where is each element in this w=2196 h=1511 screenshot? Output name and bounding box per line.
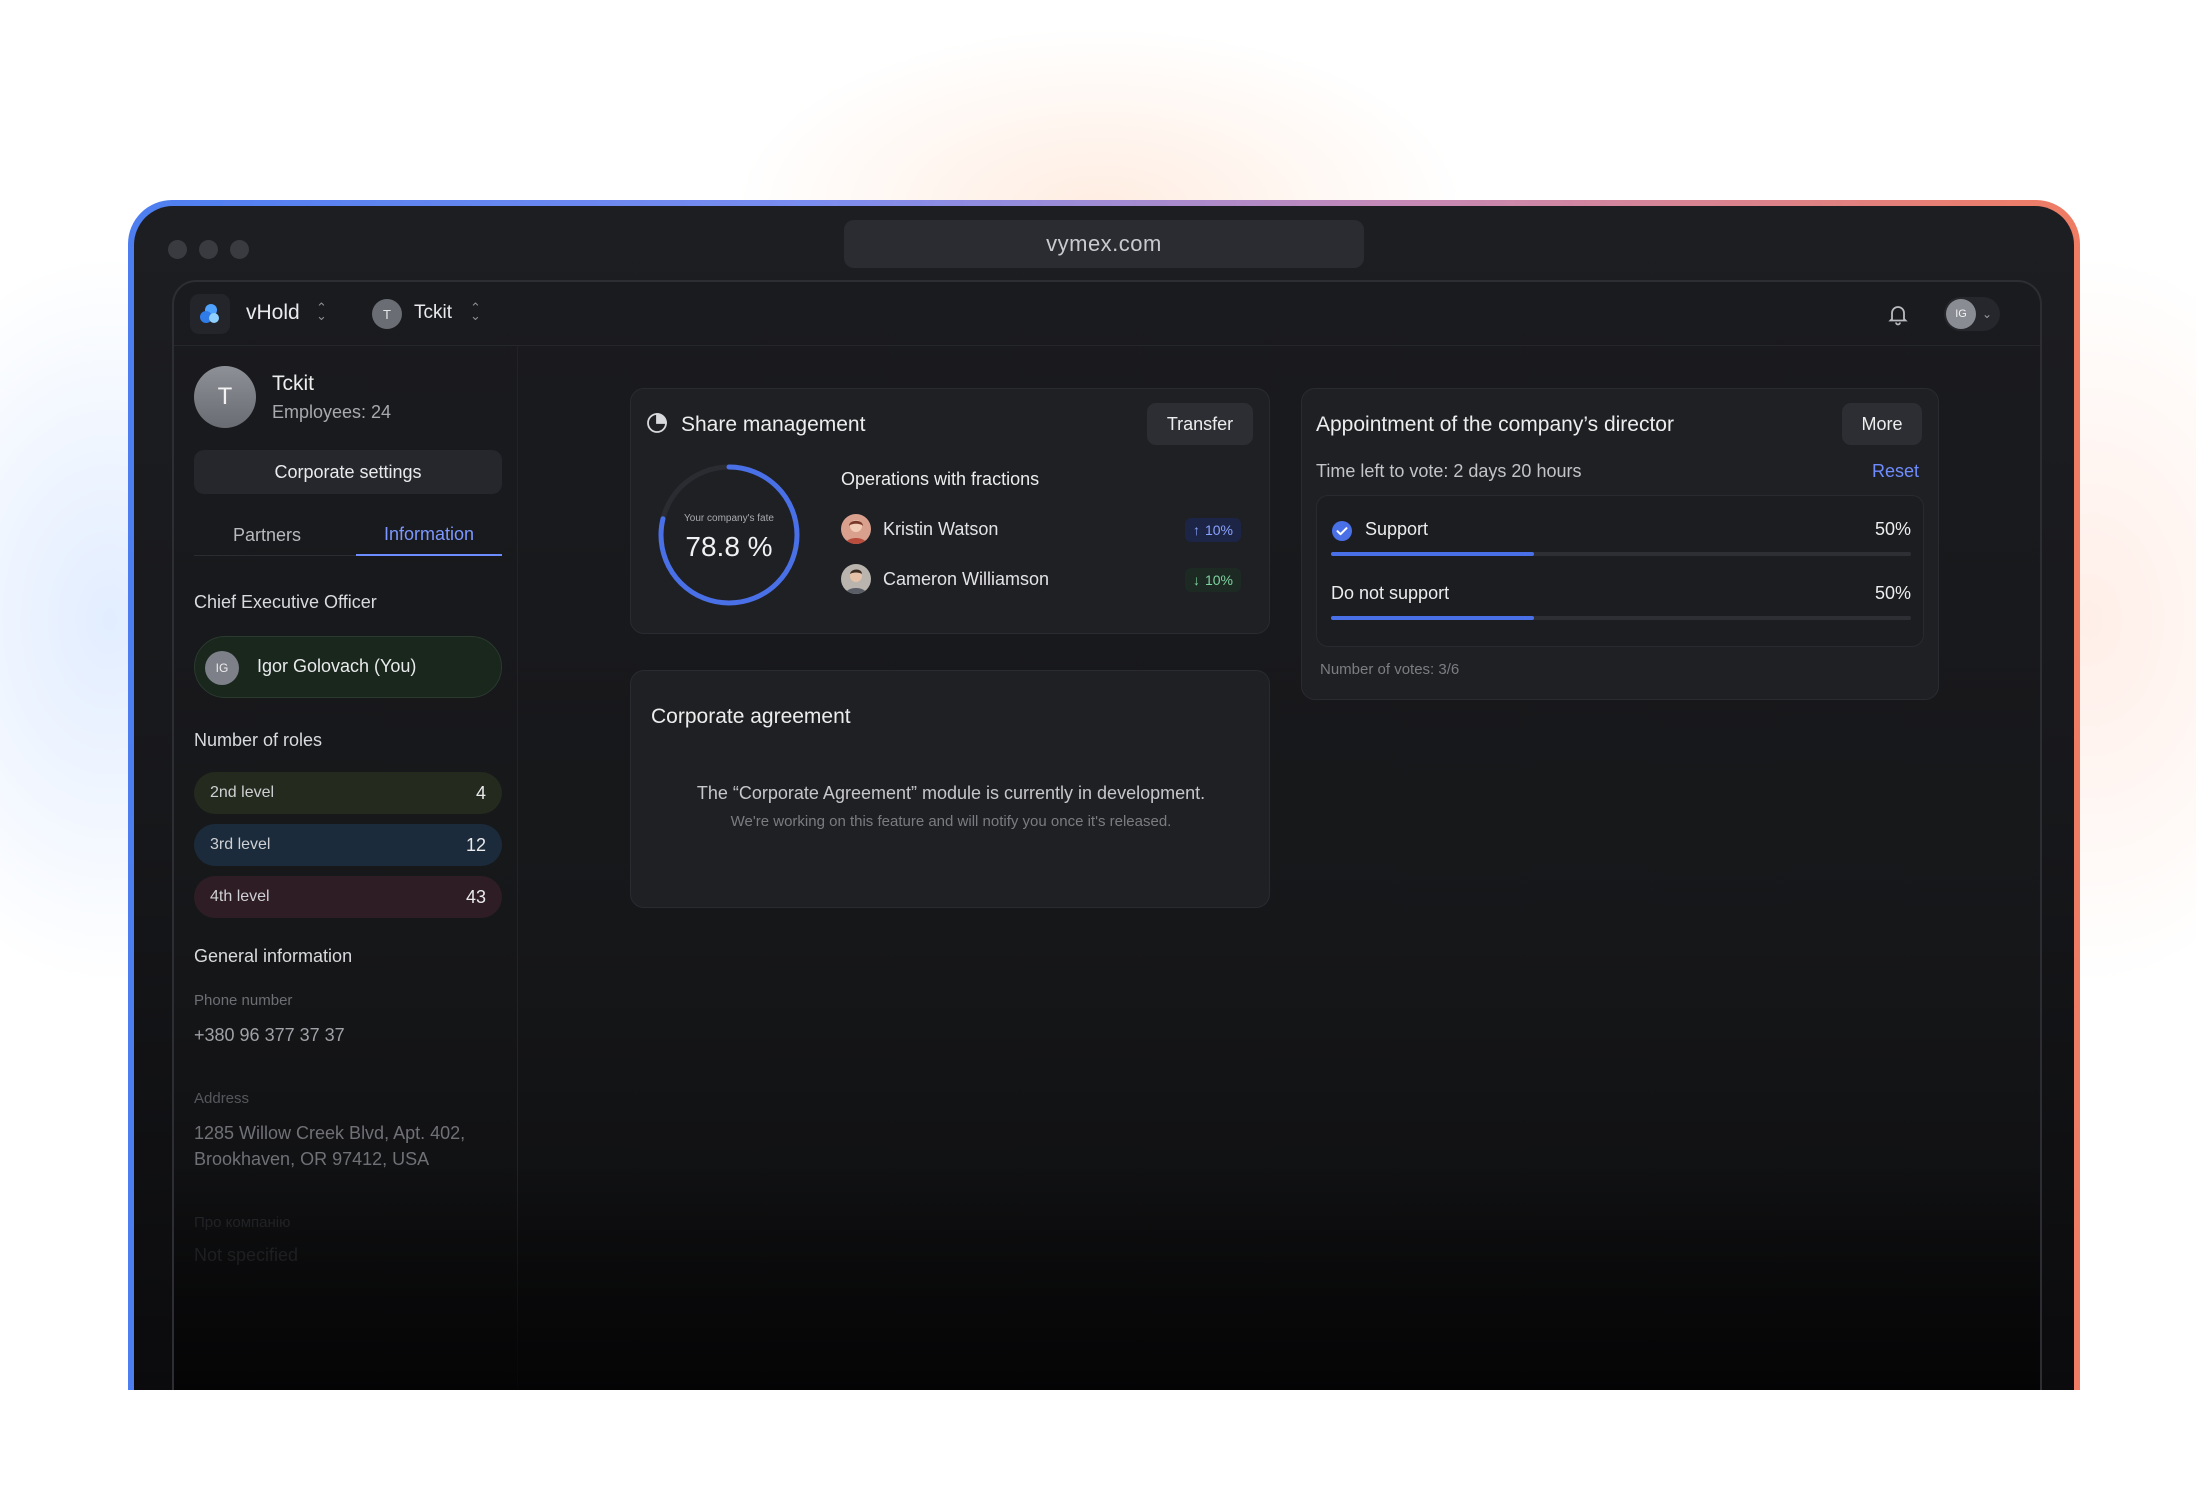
operation-name: Kristin Watson <box>883 519 999 539</box>
avatar: IG <box>205 651 239 685</box>
company-switcher[interactable]: Tckit <box>414 302 452 324</box>
check-circle-icon <box>1332 521 1352 541</box>
ceo-name: Igor Golovach (You) <box>257 656 417 676</box>
vote-option-do-not-support[interactable]: Do not support 50% <box>1331 580 1911 630</box>
ceo-section-title: Chief Executive Officer <box>194 592 377 612</box>
minimize-dot[interactable] <box>199 240 218 259</box>
top-bar: vHold ⌃ ⌄ T Tckit ⌃ ⌄ IG ⌄ <box>174 282 2040 346</box>
arrow-down-icon: ↓ <box>1192 572 1200 588</box>
browser-window: vymex.com vHold ⌃ ⌄ T Tckit ⌃ ⌄ IG ⌄ T T… <box>134 206 2074 1390</box>
share-management-title: Share management <box>681 413 866 436</box>
sort-icon[interactable]: ⌃ ⌄ <box>470 301 481 322</box>
gauge-value: 78.8 % <box>685 531 773 562</box>
vote-option-percent: 50% <box>1874 519 1911 539</box>
phone-value: +380 96 377 37 37 <box>194 1025 345 1045</box>
company-name: Tckit <box>272 372 314 395</box>
sidebar-tabs: Partners Information <box>194 514 502 556</box>
role-level-4[interactable]: 4th level 43 <box>194 876 502 918</box>
laptop-frame: vymex.com vHold ⌃ ⌄ T Tckit ⌃ ⌄ IG ⌄ T T… <box>128 200 2080 1390</box>
change-value: 10% <box>1204 522 1233 538</box>
status-badge: ↑ 10% <box>1184 518 1241 542</box>
votes-count: Number of votes: 3/6 <box>1320 661 1460 678</box>
share-management-card: Share management Transfer Your company's… <box>630 388 1270 634</box>
arrow-up-icon: ↑ <box>1192 522 1200 538</box>
status-badge: ↓ 10% <box>1184 568 1241 592</box>
company-profile-avatar: T <box>194 366 256 428</box>
address-bar[interactable]: vymex.com <box>844 220 1364 268</box>
avatar <box>841 514 871 544</box>
vote-options: Support 50% Do not support 50% <box>1316 495 1924 647</box>
vote-option-label: Support <box>1365 519 1429 539</box>
close-dot[interactable] <box>168 240 187 259</box>
role-count: 12 <box>465 834 486 855</box>
phone-label: Phone number <box>194 992 293 1009</box>
brand-name[interactable]: vHold <box>246 301 300 325</box>
about-label: Про компанію <box>194 1214 291 1231</box>
vote-option-support[interactable]: Support 50% <box>1331 516 1911 566</box>
role-count: 43 <box>465 886 486 907</box>
gauge-caption: Your company's fate <box>684 513 774 524</box>
role-label: 3rd level <box>210 836 271 853</box>
development-subtext: We're working on this feature and will n… <box>730 813 1172 830</box>
user-menu[interactable]: IG ⌄ <box>1944 297 2000 331</box>
role-level-3[interactable]: 3rd level 12 <box>194 824 502 866</box>
logo-icon[interactable] <box>190 294 230 334</box>
role-count: 4 <box>475 782 486 803</box>
vote-option-label: Do not support <box>1331 583 1450 603</box>
vote-progress-fill <box>1331 616 1534 620</box>
app-screen: vHold ⌃ ⌄ T Tckit ⌃ ⌄ IG ⌄ T Tckit Employe… <box>172 280 2042 1390</box>
avatar <box>841 564 871 594</box>
tab-information[interactable]: Information <box>356 514 502 556</box>
pie-chart-icon <box>647 413 667 433</box>
list-item[interactable]: Cameron Williamson ↓ 10% <box>841 564 1241 596</box>
role-level-2[interactable]: 2nd level 4 <box>194 772 502 814</box>
operations-title: Operations with fractions <box>841 469 1040 489</box>
tab-partners[interactable]: Partners <box>194 514 340 556</box>
vote-progress-track <box>1331 552 1911 556</box>
vote-progress-fill <box>1331 552 1534 556</box>
vote-option-percent: 50% <box>1874 583 1911 603</box>
sidebar: T Tckit Employees: 24 Corporate settings… <box>174 346 518 1390</box>
bell-icon[interactable] <box>1886 302 1910 326</box>
avatar: IG <box>1946 299 1976 329</box>
corporate-agreement-title: Corporate agreement <box>651 705 851 728</box>
vote-progress-track <box>1331 616 1911 620</box>
change-value: 10% <box>1204 572 1233 588</box>
employee-count: Employees: 24 <box>272 402 392 422</box>
chevron-down-icon: ⌄ <box>1982 307 1993 321</box>
corporate-settings-button[interactable]: Corporate settings <box>194 450 502 494</box>
address-label: Address <box>194 1090 250 1107</box>
more-button[interactable]: More <box>1842 403 1922 445</box>
address-line-2: Brookhaven, OR 97412, USA <box>194 1149 430 1169</box>
reset-link[interactable]: Reset <box>1872 461 1919 482</box>
roles-section-title: Number of roles <box>194 730 323 750</box>
maximize-dot[interactable] <box>230 240 249 259</box>
address-line-1: 1285 Willow Creek Blvd, Apt. 402, <box>194 1123 466 1143</box>
transfer-button[interactable]: Transfer <box>1147 403 1253 445</box>
company-avatar[interactable]: T <box>372 299 402 329</box>
role-label: 4th level <box>210 888 270 905</box>
window-controls <box>168 240 249 259</box>
role-label: 2nd level <box>210 784 275 801</box>
operation-name: Cameron Williamson <box>883 569 1050 589</box>
list-item[interactable]: Kristin Watson ↑ 10% <box>841 514 1241 546</box>
about-value: Not specified <box>194 1245 299 1265</box>
sort-icon[interactable]: ⌃ ⌄ <box>316 301 327 322</box>
director-vote-title: Appointment of the company’s director <box>1316 413 1674 436</box>
ceo-card[interactable]: IG Igor Golovach (You) <box>194 636 502 698</box>
corporate-agreement-card: Corporate agreement The “Corporate Agree… <box>630 670 1270 908</box>
general-info-title: General information <box>194 946 353 966</box>
time-left: Time left to vote: 2 days 20 hours <box>1316 461 1582 481</box>
development-message: The “Corporate Agreement” module is curr… <box>696 783 1206 803</box>
director-vote-card: Appointment of the company’s director Mo… <box>1301 388 1939 700</box>
